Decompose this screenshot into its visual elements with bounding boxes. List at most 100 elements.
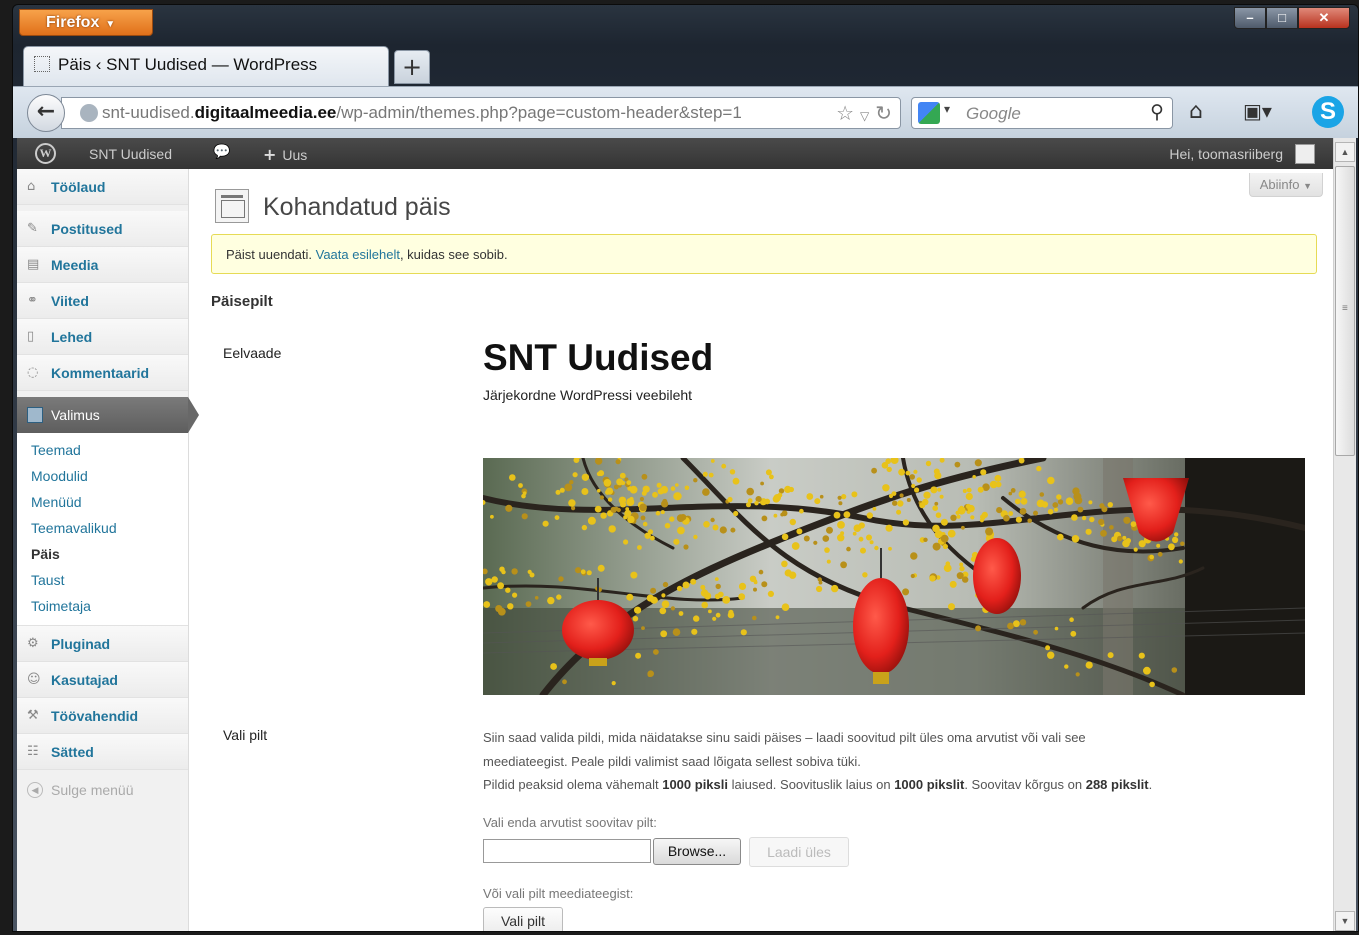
blossom (547, 596, 555, 605)
sidebar-item-settings[interactable]: ☷ Sätted (17, 734, 188, 770)
blossom (673, 538, 680, 545)
blossom (866, 534, 872, 541)
submenu-item-menus[interactable]: Menüüd (31, 491, 188, 517)
choose-image-button[interactable]: Vali pilt (483, 907, 563, 931)
blossom (909, 474, 915, 480)
admin-bar-site-name[interactable]: SNT Uudised (89, 146, 172, 162)
blossom (623, 515, 628, 520)
bookmark-star-icon[interactable]: ☆ (836, 101, 854, 125)
blossom (704, 592, 712, 600)
back-button[interactable]: ← (27, 94, 65, 132)
upload-button[interactable]: Laadi üles (749, 837, 849, 867)
blossom (899, 493, 904, 498)
sidebar-item-users[interactable]: ☺ Kasutajad (17, 662, 188, 698)
browser-tab[interactable]: Päis ‹ SNT Uudised — WordPress (23, 46, 389, 86)
admin-bar-howdy[interactable]: Hei, toomasriiberg (1169, 146, 1283, 162)
sidebar-item-links[interactable]: ⚭ Viited (17, 283, 188, 319)
sidebar-item-posts[interactable]: ✎ Postitused (17, 211, 188, 247)
blossom (1168, 543, 1175, 551)
url-bar[interactable]: snt-uudised.digitaalmeedia.ee/wp-admin/t… (61, 97, 901, 129)
blossom (661, 600, 670, 608)
blossom (1036, 499, 1045, 508)
blossom (1133, 547, 1138, 552)
vertical-scrollbar[interactable]: ▲ ≡ ▼ (1333, 138, 1356, 931)
blossom (512, 592, 518, 598)
view-frontpage-link[interactable]: Vaata esilehelt (316, 247, 400, 262)
link-icon: ⚭ (27, 293, 38, 308)
browse-button[interactable]: Browse... (653, 838, 741, 865)
home-icon[interactable]: ⌂ (1189, 99, 1203, 124)
sidebar-item-dashboard[interactable]: ⌂ Töölaud (17, 169, 188, 205)
plugins-icon: ⚙ (27, 636, 39, 651)
blossom (959, 562, 964, 567)
notice-text: Päist uuendati. (226, 247, 316, 262)
blossom (522, 491, 527, 495)
blossom (923, 491, 931, 499)
submenu-item-editor[interactable]: Toimetaja (31, 595, 188, 621)
sidebar-item-plugins[interactable]: ⚙ Pluginad (17, 626, 188, 662)
sidebar-item-media[interactable]: ▤ Meedia (17, 247, 188, 283)
blossom (925, 460, 932, 467)
wordpress-logo-icon[interactable]: W (35, 143, 56, 164)
collapse-menu-button[interactable]: ◀ Sulge menüü (17, 770, 188, 798)
search-icon[interactable]: ⚲ (1150, 101, 1164, 123)
minimize-button[interactable]: – (1234, 7, 1266, 29)
submenu-item-background[interactable]: Taust (31, 569, 188, 595)
sidebar-item-pages[interactable]: ▯ Lehed (17, 319, 188, 355)
blossom (769, 474, 774, 480)
blossom (732, 477, 740, 485)
blossom (860, 547, 866, 554)
blossom (806, 493, 814, 500)
sidebar-item-appearance[interactable]: Valimus (17, 397, 199, 433)
sidebar-item-tools[interactable]: ⚒ Töövahendid (17, 698, 188, 734)
main-content: Abiinfo ▼ Kohandatud päis Päist uuendati… (189, 169, 1333, 931)
firefox-menu-button[interactable]: Firefox ▼ (19, 9, 153, 36)
sidebar-item-label: Valimus (51, 407, 100, 423)
blossom (558, 576, 564, 582)
scroll-down-icon[interactable]: ▼ (1335, 911, 1355, 931)
blossom (652, 491, 658, 498)
blossom (1111, 536, 1118, 543)
blossom (761, 581, 768, 588)
sidebar-item-comments[interactable]: ◌ Kommentaarid (17, 355, 188, 391)
help-button[interactable]: Abiinfo ▼ (1248, 173, 1323, 197)
submenu-item-widgets[interactable]: Moodulid (31, 465, 188, 491)
blossom (826, 559, 831, 564)
scrollbar-thumb[interactable]: ≡ (1335, 166, 1355, 456)
admin-bar-new[interactable]: + Uus (263, 145, 307, 164)
blossom (959, 566, 965, 572)
file-input[interactable] (483, 839, 651, 863)
users-icon: ☺ (27, 672, 41, 687)
blossom (822, 535, 830, 542)
search-box[interactable]: ▾ Google ⚲ (911, 97, 1173, 129)
close-window-button[interactable]: ✕ (1298, 7, 1350, 29)
blossom (1100, 530, 1107, 537)
scroll-up-icon[interactable]: ▲ (1335, 142, 1355, 162)
blossom (956, 572, 964, 580)
help-button-label: Abiinfo (1259, 177, 1300, 192)
blossom (799, 508, 804, 514)
history-dropdown-icon[interactable]: ▽ (860, 109, 869, 123)
avatar[interactable] (1295, 144, 1315, 164)
maximize-button[interactable]: □ (1266, 7, 1298, 29)
submenu-item-theme-options[interactable]: Teemavalikud (31, 517, 188, 543)
bookmarks-icon[interactable]: ▣▾ (1243, 99, 1272, 123)
blossom (851, 491, 858, 498)
new-tab-button[interactable]: + (394, 50, 430, 84)
update-notice: Päist uuendati. Vaata esilehelt, kuidas … (211, 234, 1317, 274)
blossom (518, 483, 523, 488)
blossom (871, 467, 877, 474)
submenu-item-header[interactable]: Päis (31, 543, 188, 569)
page-title: Kohandatud päis (263, 193, 451, 221)
blossom (569, 480, 574, 485)
blossom (626, 480, 632, 485)
blossom (947, 529, 956, 538)
skype-icon[interactable]: S (1312, 96, 1344, 128)
comments-bubble-icon[interactable]: 💬 (213, 144, 230, 160)
search-engine-dropdown-icon[interactable]: ▾ (944, 102, 950, 116)
lanterns-blossoms-photo (483, 458, 1305, 695)
blossom (1019, 619, 1027, 626)
reload-icon[interactable]: ↻ (875, 101, 892, 125)
blossom (501, 569, 506, 575)
submenu-item-themes[interactable]: Teemad (31, 439, 188, 465)
